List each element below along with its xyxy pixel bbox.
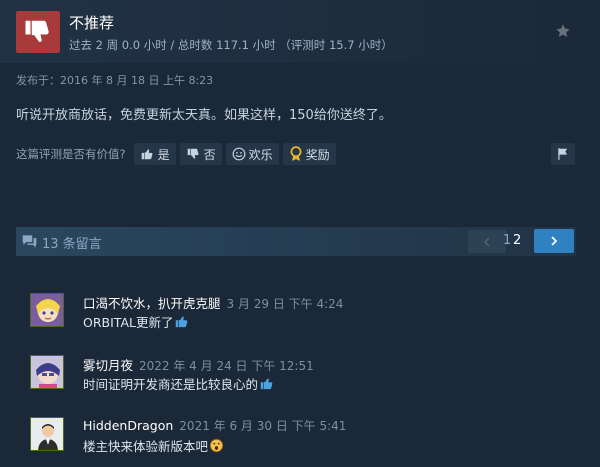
chevron-right-icon <box>551 236 558 246</box>
award-medal-icon <box>290 146 302 161</box>
smile-icon <box>232 147 246 161</box>
comment-author[interactable]: HiddenDragon <box>83 418 173 433</box>
comment-author[interactable]: 口渴不饮水，扒开虎克腿 <box>83 296 221 311</box>
comment-text: 楼主快来体验新版本吧 <box>83 439 209 454</box>
star-icon[interactable] <box>555 23 571 39</box>
flag-icon <box>558 148 568 160</box>
comment-date: 3 月 29 日 下午 4:24 <box>226 297 344 311</box>
vote-funny-label: 欢乐 <box>248 147 273 162</box>
review-verdict: 不推荐 <box>69 14 115 32</box>
comment-date: 2021 年 6 月 30 日 下午 5:41 <box>179 419 347 433</box>
thumbs-up-icon <box>141 149 153 160</box>
surprised-face-icon <box>209 438 224 453</box>
comment-text: 时间证明开发商还是比较良心的 <box>83 377 259 392</box>
comment-item: HiddenDragon 2021 年 6 月 30 日 下午 5:41 楼主快来… <box>30 417 590 457</box>
page-2-current[interactable]: 2 <box>513 233 521 248</box>
thumbs-down-icon <box>16 11 60 53</box>
thumbs-up-icon <box>260 378 273 390</box>
report-flag-button[interactable] <box>551 143 575 165</box>
helpful-row: 这篇评测是否有价值? 是 否 欢乐 奖励 <box>16 143 340 165</box>
posted-date: 发布于：2016 年 8 月 18 日 上午 8:23 <box>16 74 214 87</box>
chevron-left-icon <box>483 236 490 247</box>
comments-icon <box>22 235 37 248</box>
prev-page-button[interactable] <box>468 230 506 253</box>
comments-bar: 13 条留言 1 2 <box>16 227 576 256</box>
comment-author[interactable]: 雾切月夜 <box>83 358 133 373</box>
review-header: 不推荐 过去 2 周 0.0 小时 / 总时数 117.1 小时 （评测时 15… <box>0 0 600 63</box>
avatar[interactable] <box>30 355 64 389</box>
comments-count: 13 条留言 <box>42 237 102 252</box>
avatar[interactable] <box>30 293 64 327</box>
avatar[interactable] <box>30 417 64 451</box>
review-body: 听说开放商放话，免费更新太天真。如果这样，150给你送终了。 <box>16 108 392 123</box>
award-button[interactable]: 奖励 <box>282 143 336 165</box>
vote-yes-label: 是 <box>157 147 170 162</box>
page-1-link[interactable]: 1 <box>503 233 511 248</box>
comment-text: ORBITAL更新了 <box>83 315 174 330</box>
vote-funny-button[interactable]: 欢乐 <box>225 143 279 165</box>
comment-date: 2022 年 4 月 24 日 下午 12:51 <box>139 359 314 373</box>
helpful-question: 这篇评测是否有价值? <box>16 147 126 161</box>
comment-item: 雾切月夜 2022 年 4 月 24 日 下午 12:51 时间证明开发商还是比较… <box>30 355 590 395</box>
thumbs-up-icon <box>176 316 188 328</box>
vote-no-button[interactable]: 否 <box>179 143 222 165</box>
next-page-button[interactable] <box>534 229 574 253</box>
playtime-hours: 过去 2 周 0.0 小时 / 总时数 117.1 小时 （评测时 15.7 小… <box>69 38 393 52</box>
comment-item: 口渴不饮水，扒开虎克腿 3 月 29 日 下午 4:24 ORBITAL更新了 <box>30 293 590 333</box>
award-label: 奖励 <box>305 147 330 162</box>
thumbs-down-icon <box>187 148 199 159</box>
vote-no-label: 否 <box>203 147 216 162</box>
vote-yes-button[interactable]: 是 <box>133 143 176 165</box>
